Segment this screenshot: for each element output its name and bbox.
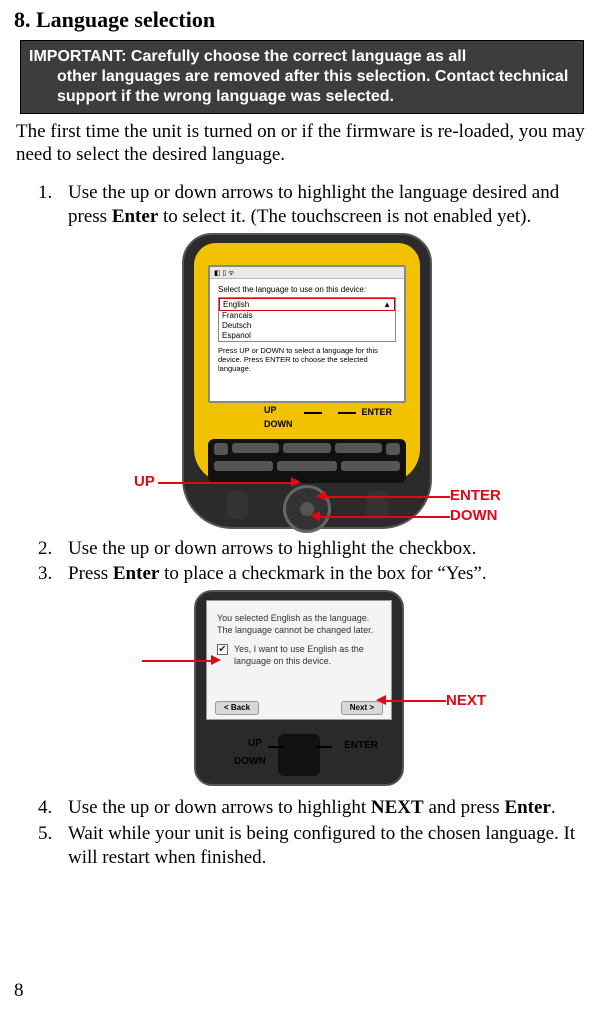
step-text: Press Enter to place a checkmark in the …	[68, 562, 586, 586]
section-number: 8.	[14, 7, 31, 32]
device-illustration: You selected English as the language. Th…	[194, 590, 404, 786]
intro-paragraph: The first time the unit is turned on or …	[16, 120, 586, 168]
back-button: < Back	[215, 701, 259, 715]
step-1: 1. Use the up or down arrows to highligh…	[38, 181, 586, 229]
confirm-checkbox: ✔	[217, 644, 228, 655]
step-number: 1.	[38, 181, 68, 229]
softkey-up: UP	[264, 405, 277, 416]
device-screen: You selected English as the language. Th…	[206, 600, 392, 720]
softkey-down: DOWN	[264, 419, 293, 430]
confirm-line2: The language cannot be changed later.	[217, 625, 381, 637]
step-number: 3.	[38, 562, 68, 586]
step-text: Use the up or down arrows to highlight t…	[68, 537, 586, 561]
callout-enter: ENTER	[450, 487, 501, 506]
section-heading: 8. Language selection	[14, 6, 588, 34]
callout-down: DOWN	[450, 507, 498, 526]
step-text: Use the up or down arrows to highlight N…	[68, 796, 586, 820]
confirm-line1: You selected English as the language.	[217, 613, 381, 625]
softkey-enter: ENTER	[361, 407, 392, 418]
important-rest: other languages are removed after this s…	[29, 67, 575, 107]
language-option: Deutsch	[219, 321, 395, 331]
callout-next: NEXT	[446, 692, 486, 711]
softkey-up: UP	[248, 738, 262, 751]
left-side-button	[226, 491, 248, 519]
step-4: 4. Use the up or down arrows to highligh…	[38, 796, 586, 820]
language-listbox: English▲ Francais Deutsch Espanol	[218, 297, 396, 342]
important-warning-box: IMPORTANT: Carefully choose the correct …	[20, 40, 584, 114]
device-screen: ◧ ▯ ᯤ Select the language to use on this…	[208, 265, 406, 403]
section-title-text: Language selection	[36, 7, 215, 32]
language-option: Espanol	[219, 331, 395, 341]
status-bar: ◧ ▯ ᯤ	[210, 267, 404, 279]
checkbox-label: Yes, I want to use English as the langua…	[234, 644, 381, 667]
step-3: 3. Press Enter to place a checkmark in t…	[38, 562, 586, 586]
keypad	[208, 439, 406, 483]
screen-prompt: Select the language to use on this devic…	[218, 285, 396, 295]
page-number: 8	[14, 979, 24, 1003]
language-option: Francais	[219, 311, 395, 321]
windows-key-icon	[214, 443, 228, 455]
important-lead: IMPORTANT: Carefully choose the correct …	[29, 48, 466, 65]
figure-1: ◧ ▯ ᯤ Select the language to use on this…	[72, 233, 502, 531]
figure-2: You selected English as the language. Th…	[94, 590, 494, 790]
callout-up: UP	[134, 473, 155, 492]
step-number: 4.	[38, 796, 68, 820]
step-5: 5. Wait while your unit is being configu…	[38, 822, 586, 870]
device-illustration: ◧ ▯ ᯤ Select the language to use on this…	[182, 233, 432, 529]
screen-help-text: Press UP or DOWN to select a language fo…	[218, 346, 396, 373]
language-option-selected: English▲	[219, 298, 395, 311]
step-text: Wait while your unit is being configured…	[68, 822, 586, 870]
step-text: Use the up or down arrows to highlight t…	[68, 181, 586, 229]
step-number: 2.	[38, 537, 68, 561]
step-number: 5.	[38, 822, 68, 870]
ok-key	[386, 443, 400, 455]
softkey-down: DOWN	[234, 756, 266, 769]
step-2: 2. Use the up or down arrows to highligh…	[38, 537, 586, 561]
softkey-enter: ENTER	[344, 740, 378, 753]
